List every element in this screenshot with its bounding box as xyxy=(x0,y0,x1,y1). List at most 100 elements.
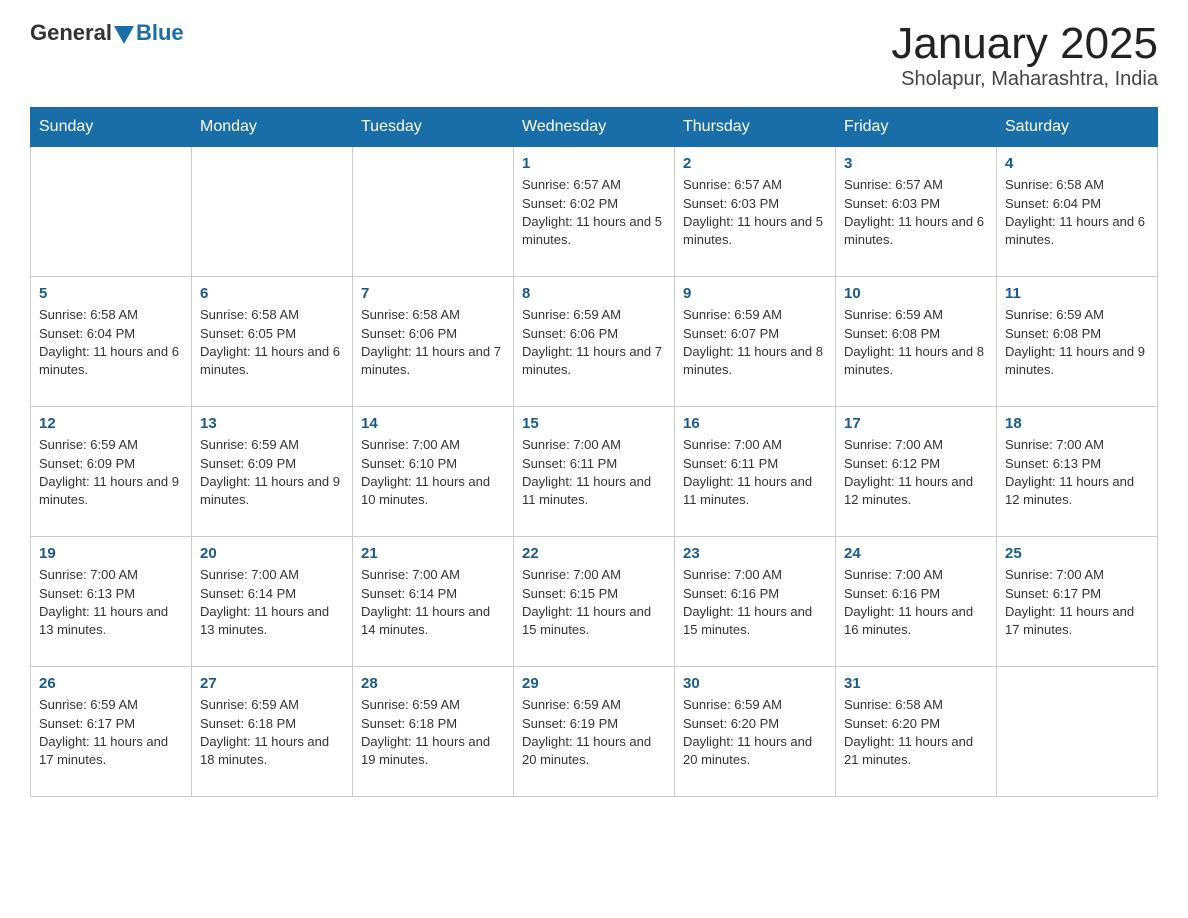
day-info: Sunrise: 6:59 AM Sunset: 6:08 PM Dayligh… xyxy=(844,306,988,379)
day-info: Sunrise: 7:00 AM Sunset: 6:11 PM Dayligh… xyxy=(683,436,827,509)
day-info: Sunrise: 6:59 AM Sunset: 6:18 PM Dayligh… xyxy=(361,696,505,769)
calendar-cell: 5Sunrise: 6:58 AM Sunset: 6:04 PM Daylig… xyxy=(31,277,192,407)
day-number: 30 xyxy=(683,675,827,692)
calendar-week-row: 1 Sunrise: 6:57 AM Sunset: 6:02 PM Daylig… xyxy=(31,147,1158,277)
day-info: Sunrise: 6:59 AM Sunset: 6:18 PM Dayligh… xyxy=(200,696,344,769)
day-number: 18 xyxy=(1005,415,1149,432)
day-number: 12 xyxy=(39,415,183,432)
day-info: Sunrise: 6:57 AM Sunset: 6:03 PM Dayligh… xyxy=(683,176,827,249)
calendar-header-wednesday: Wednesday xyxy=(514,108,675,147)
calendar-week-row: 5Sunrise: 6:58 AM Sunset: 6:04 PM Daylig… xyxy=(31,277,1158,407)
day-number: 26 xyxy=(39,675,183,692)
day-info: Sunrise: 6:59 AM Sunset: 6:06 PM Dayligh… xyxy=(522,306,666,379)
logo-general-text: General xyxy=(30,20,112,46)
day-number: 20 xyxy=(200,545,344,562)
calendar-cell: 8 Sunrise: 6:59 AM Sunset: 6:06 PM Daylig… xyxy=(514,277,675,407)
day-number: 28 xyxy=(361,675,505,692)
day-number: 9 xyxy=(683,285,827,302)
day-number: 14 xyxy=(361,415,505,432)
day-info: Sunrise: 7:00 AM Sunset: 6:16 PM Dayligh… xyxy=(844,566,988,639)
day-info: Sunrise: 6:59 AM Sunset: 6:08 PM Dayligh… xyxy=(1005,306,1149,379)
day-info: Sunrise: 6:58 AM Sunset: 6:04 PM Dayligh… xyxy=(39,306,183,379)
logo-triangle-icon xyxy=(114,26,134,44)
calendar-header-thursday: Thursday xyxy=(675,108,836,147)
day-number: 27 xyxy=(200,675,344,692)
calendar-cell: 16 Sunrise: 7:00 AM Sunset: 6:11 PM Dayli… xyxy=(675,407,836,537)
day-info: Sunrise: 6:59 AM Sunset: 6:17 PM Dayligh… xyxy=(39,696,183,769)
calendar-header-saturday: Saturday xyxy=(997,108,1158,147)
day-number: 2 xyxy=(683,155,827,172)
calendar-cell: 22Sunrise: 7:00 AM Sunset: 6:15 PM Dayli… xyxy=(514,537,675,667)
day-info: Sunrise: 6:58 AM Sunset: 6:20 PM Dayligh… xyxy=(844,696,988,769)
page-header: General Blue January 2025 Sholapur, Maha… xyxy=(30,20,1158,91)
day-info: Sunrise: 6:59 AM Sunset: 6:20 PM Dayligh… xyxy=(683,696,827,769)
day-number: 6 xyxy=(200,285,344,302)
calendar-header-monday: Monday xyxy=(192,108,353,147)
day-number: 3 xyxy=(844,155,988,172)
calendar-cell: 29 Sunrise: 6:59 AM Sunset: 6:19 PM Dayli… xyxy=(514,667,675,797)
day-number: 8 xyxy=(522,285,666,302)
calendar-header-tuesday: Tuesday xyxy=(353,108,514,147)
day-info: Sunrise: 6:57 AM Sunset: 6:02 PM Dayligh… xyxy=(522,176,666,249)
logo-blue-text: Blue xyxy=(136,20,184,46)
day-info: Sunrise: 7:00 AM Sunset: 6:10 PM Dayligh… xyxy=(361,436,505,509)
calendar-cell xyxy=(997,667,1158,797)
day-number: 29 xyxy=(522,675,666,692)
calendar-week-row: 19Sunrise: 7:00 AM Sunset: 6:13 PM Dayli… xyxy=(31,537,1158,667)
calendar-cell: 21Sunrise: 7:00 AM Sunset: 6:14 PM Dayli… xyxy=(353,537,514,667)
calendar-cell: 9 Sunrise: 6:59 AM Sunset: 6:07 PM Daylig… xyxy=(675,277,836,407)
calendar-cell: 13Sunrise: 6:59 AM Sunset: 6:09 PM Dayli… xyxy=(192,407,353,537)
day-number: 21 xyxy=(361,545,505,562)
calendar-header-sunday: Sunday xyxy=(31,108,192,147)
title-block: January 2025 Sholapur, Maharashtra, Indi… xyxy=(891,20,1158,91)
day-info: Sunrise: 7:00 AM Sunset: 6:12 PM Dayligh… xyxy=(844,436,988,509)
day-number: 24 xyxy=(844,545,988,562)
calendar-cell xyxy=(192,147,353,277)
day-info: Sunrise: 7:00 AM Sunset: 6:13 PM Dayligh… xyxy=(39,566,183,639)
day-info: Sunrise: 7:00 AM Sunset: 6:13 PM Dayligh… xyxy=(1005,436,1149,509)
calendar-cell: 15Sunrise: 7:00 AM Sunset: 6:11 PM Dayli… xyxy=(514,407,675,537)
calendar-cell: 2 Sunrise: 6:57 AM Sunset: 6:03 PM Daylig… xyxy=(675,147,836,277)
calendar-cell: 31Sunrise: 6:58 AM Sunset: 6:20 PM Dayli… xyxy=(836,667,997,797)
calendar-week-row: 26 Sunrise: 6:59 AM Sunset: 6:17 PM Dayli… xyxy=(31,667,1158,797)
day-number: 22 xyxy=(522,545,666,562)
day-info: Sunrise: 6:57 AM Sunset: 6:03 PM Dayligh… xyxy=(844,176,988,249)
calendar-cell: 1 Sunrise: 6:57 AM Sunset: 6:02 PM Daylig… xyxy=(514,147,675,277)
day-number: 1 xyxy=(522,155,666,172)
calendar-cell: 3 Sunrise: 6:57 AM Sunset: 6:03 PM Daylig… xyxy=(836,147,997,277)
calendar-cell: 17 Sunrise: 7:00 AM Sunset: 6:12 PM Dayli… xyxy=(836,407,997,537)
calendar-header-friday: Friday xyxy=(836,108,997,147)
day-info: Sunrise: 6:59 AM Sunset: 6:19 PM Dayligh… xyxy=(522,696,666,769)
calendar-cell: 18 Sunrise: 7:00 AM Sunset: 6:13 PM Dayli… xyxy=(997,407,1158,537)
calendar-cell: 25 Sunrise: 7:00 AM Sunset: 6:17 PM Dayli… xyxy=(997,537,1158,667)
day-info: Sunrise: 6:59 AM Sunset: 6:09 PM Dayligh… xyxy=(39,436,183,509)
calendar-table: SundayMondayTuesdayWednesdayThursdayFrid… xyxy=(30,107,1158,797)
day-info: Sunrise: 7:00 AM Sunset: 6:14 PM Dayligh… xyxy=(200,566,344,639)
day-number: 16 xyxy=(683,415,827,432)
calendar-cell: 14 Sunrise: 7:00 AM Sunset: 6:10 PM Dayli… xyxy=(353,407,514,537)
calendar-cell: 6Sunrise: 6:58 AM Sunset: 6:05 PM Daylig… xyxy=(192,277,353,407)
calendar-cell xyxy=(353,147,514,277)
day-number: 25 xyxy=(1005,545,1149,562)
calendar-week-row: 12 Sunrise: 6:59 AM Sunset: 6:09 PM Dayli… xyxy=(31,407,1158,537)
day-info: Sunrise: 6:59 AM Sunset: 6:07 PM Dayligh… xyxy=(683,306,827,379)
day-number: 15 xyxy=(522,415,666,432)
calendar-cell: 11 Sunrise: 6:59 AM Sunset: 6:08 PM Dayli… xyxy=(997,277,1158,407)
calendar-cell: 10Sunrise: 6:59 AM Sunset: 6:08 PM Dayli… xyxy=(836,277,997,407)
calendar-cell: 12 Sunrise: 6:59 AM Sunset: 6:09 PM Dayli… xyxy=(31,407,192,537)
calendar-header-row: SundayMondayTuesdayWednesdayThursdayFrid… xyxy=(31,108,1158,147)
calendar-cell: 4Sunrise: 6:58 AM Sunset: 6:04 PM Daylig… xyxy=(997,147,1158,277)
day-info: Sunrise: 6:59 AM Sunset: 6:09 PM Dayligh… xyxy=(200,436,344,509)
day-number: 17 xyxy=(844,415,988,432)
calendar-cell: 7Sunrise: 6:58 AM Sunset: 6:06 PM Daylig… xyxy=(353,277,514,407)
logo: General Blue xyxy=(30,20,184,46)
day-info: Sunrise: 7:00 AM Sunset: 6:17 PM Dayligh… xyxy=(1005,566,1149,639)
day-info: Sunrise: 6:58 AM Sunset: 6:04 PM Dayligh… xyxy=(1005,176,1149,249)
day-number: 11 xyxy=(1005,285,1149,302)
page-title: January 2025 xyxy=(891,20,1158,68)
calendar-cell: 20 Sunrise: 7:00 AM Sunset: 6:14 PM Dayli… xyxy=(192,537,353,667)
page-subtitle: Sholapur, Maharashtra, India xyxy=(891,68,1158,91)
calendar-cell: 30 Sunrise: 6:59 AM Sunset: 6:20 PM Dayli… xyxy=(675,667,836,797)
calendar-cell: 19Sunrise: 7:00 AM Sunset: 6:13 PM Dayli… xyxy=(31,537,192,667)
day-info: Sunrise: 6:58 AM Sunset: 6:06 PM Dayligh… xyxy=(361,306,505,379)
